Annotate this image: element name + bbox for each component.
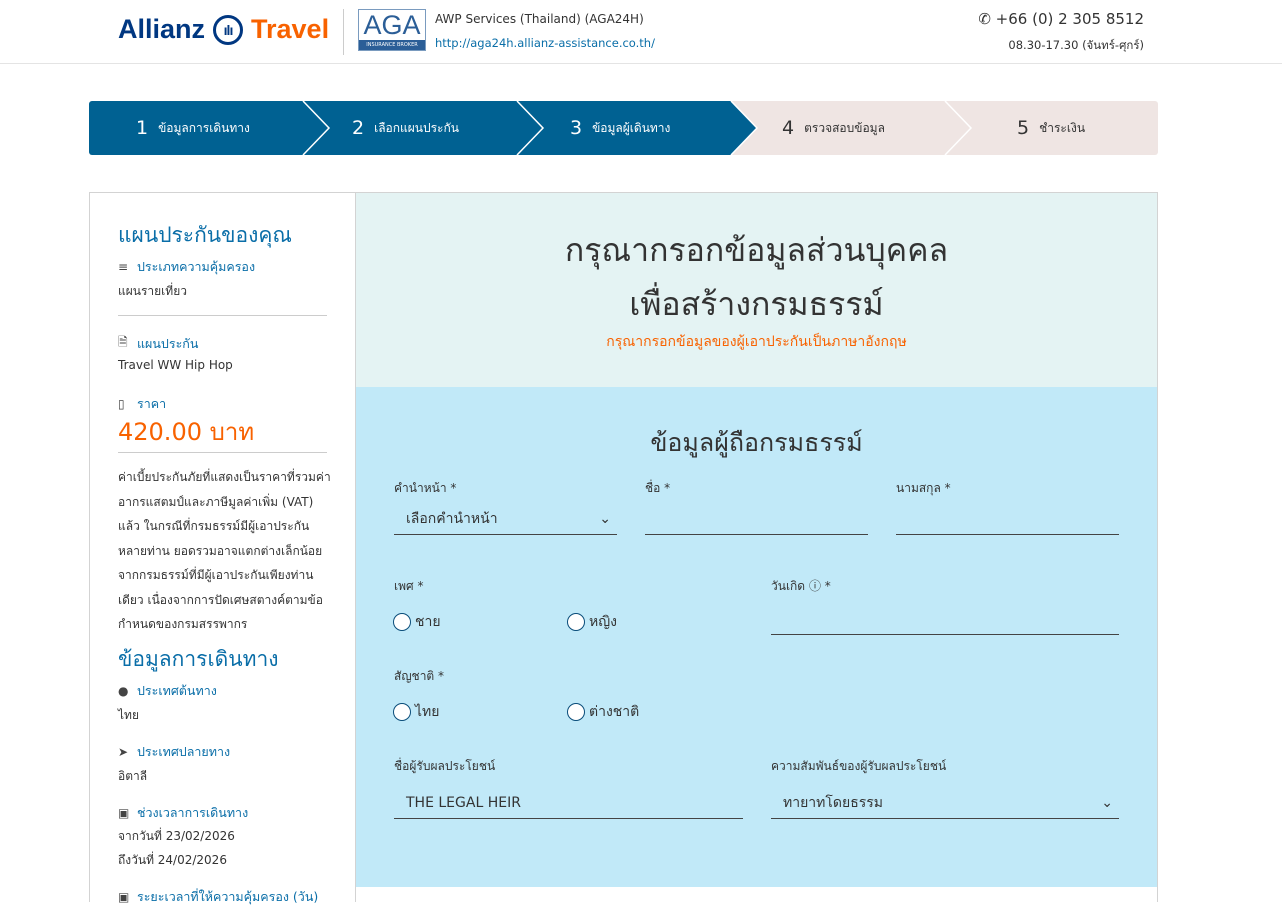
destination-value: อิตาลี xyxy=(118,769,148,783)
location-pin-icon: ● xyxy=(118,684,129,698)
english-instruction: กรุณากรอกข้อมูลของผู้เอาประกันเป็นภาษาอั… xyxy=(606,334,907,350)
calendar-icon: ▣ xyxy=(118,806,130,820)
relationship-select[interactable]: ทายาทโดยธรรม ⌄ xyxy=(771,787,1119,819)
dob-label: วันเกิด ⓘ * xyxy=(771,579,831,593)
duration-label: ▣ ระยะเวลาที่ให้ความคุ้มครอง (วัน) xyxy=(118,889,319,904)
company-name: AWP Services (Thailand) (AGA24H) xyxy=(435,12,644,26)
destination-label: ➤ ประเทศปลายทาง xyxy=(118,744,231,759)
nationality-thai-radio[interactable]: ไทย xyxy=(393,701,439,723)
first-name-input[interactable] xyxy=(645,503,868,535)
bookmark-icon: ▯ xyxy=(118,397,125,411)
step-2[interactable]: 2 เลือกแผนประกัน xyxy=(352,101,459,155)
nationality-label: สัญชาติ * xyxy=(394,669,445,683)
site-header: Allianz ılı Travel AGA INSURANCE BROKER AWP… xyxy=(0,0,1282,64)
plan-title: แผนประกันของคุณ xyxy=(118,223,292,247)
info-icon[interactable]: ⓘ xyxy=(809,579,821,593)
plan-label: 🗎 แผนประกัน xyxy=(118,333,198,354)
allianz-travel-logo[interactable]: Allianz ılı Travel xyxy=(118,14,329,45)
company-url-link[interactable]: http://aga24h.allianz-assistance.co.th/ xyxy=(435,36,655,50)
plan-value: Travel WW Hip Hop xyxy=(118,358,233,372)
gender-female-radio[interactable]: หญิง xyxy=(567,611,617,633)
first-name-label: ชื่อ * xyxy=(645,481,671,495)
prefix-select[interactable]: เลือกคำนำหน้า ⌄ xyxy=(394,503,617,535)
last-name-label: นามสกุล * xyxy=(896,481,951,495)
step-4: 4 ตรวจสอบข้อมูล xyxy=(782,117,885,139)
prefix-label: คำนำหน้า * xyxy=(394,481,457,495)
coverage-type-label: ≡ ประเภทความคุ้มครอง xyxy=(118,259,256,274)
relationship-label: ความสัมพันธ์ของผู้รับผลประโยชน์ xyxy=(771,759,947,773)
price-note: ค่าเบี้ยประกันภัยที่แสดงเป็นราคาที่รวมค่… xyxy=(118,470,331,631)
plan-summary-sidebar: แผนประกันของคุณ ≡ ประเภทความคุ้มครอง แผนร… xyxy=(89,192,356,904)
coverage-type-value: แผนรายเที่ยว xyxy=(118,284,187,298)
menu-icon: ≡ xyxy=(118,260,129,274)
plane-arrow-icon: ➤ xyxy=(118,745,129,759)
trip-title: ข้อมูลการเดินทาง xyxy=(118,647,279,671)
progress-steps: 1 ข้อมูลการเดินทาง 2 เลือกแผนประกัน 3 ข้อมู… xyxy=(89,101,1158,155)
price-label: ▯ ราคา xyxy=(118,396,167,411)
gender-label: เพศ * xyxy=(394,579,424,593)
aga-logo: AGA INSURANCE BROKER xyxy=(358,9,426,51)
divider xyxy=(343,9,344,55)
origin-value: ไทย xyxy=(118,708,139,722)
step-3[interactable]: 3 ข้อมูลผู้เดินทาง xyxy=(570,101,670,155)
form-title: ข้อมูลผู้ถือกรมธรรม์ xyxy=(650,428,863,457)
dob-input[interactable] xyxy=(771,603,1119,635)
beneficiary-label: ชื่อผู้รับผลประโยชน์ xyxy=(394,759,496,773)
panel-header: กรุณากรอกข้อมูลส่วนบุคคล เพื่อสร้างกรมธรร… xyxy=(356,193,1157,387)
price-value: 420.00 บาท xyxy=(118,418,255,446)
period-to: ถึงวันที่ 24/02/2026 xyxy=(118,853,227,867)
divider xyxy=(118,315,327,316)
step-5: 5 ชำระเงิน xyxy=(1017,117,1086,139)
gender-male-radio[interactable]: ชาย xyxy=(393,611,441,633)
last-name-input[interactable] xyxy=(896,503,1119,535)
page-title: กรุณากรอกข้อมูลส่วนบุคคล เพื่อสร้างกรมธรร… xyxy=(564,231,949,323)
divider xyxy=(118,452,327,453)
nationality-foreign-radio[interactable]: ต่างชาติ xyxy=(567,701,639,723)
beneficiary-input[interactable]: THE LEGAL HEIR xyxy=(394,787,743,819)
period-label: ▣ ช่วงเวลาการเดินทาง xyxy=(118,805,249,820)
origin-label: ● ประเทศต้นทาง xyxy=(118,683,217,698)
phone-number[interactable]: ✆ +66 (0) 2 305 8512 xyxy=(978,10,1144,28)
document-icon: 🗎 xyxy=(118,335,128,349)
office-hours: 08.30-17.30 (จันทร์-ศุกร์) xyxy=(1008,38,1144,52)
chevron-down-icon: ⌄ xyxy=(1101,794,1113,811)
phone-icon: ✆ xyxy=(978,10,996,28)
step-1[interactable]: 1 ข้อมูลการเดินทาง xyxy=(136,101,250,155)
period-from: จากวันที่ 23/02/2026 xyxy=(118,829,235,843)
chevron-down-icon: ⌄ xyxy=(599,510,611,527)
